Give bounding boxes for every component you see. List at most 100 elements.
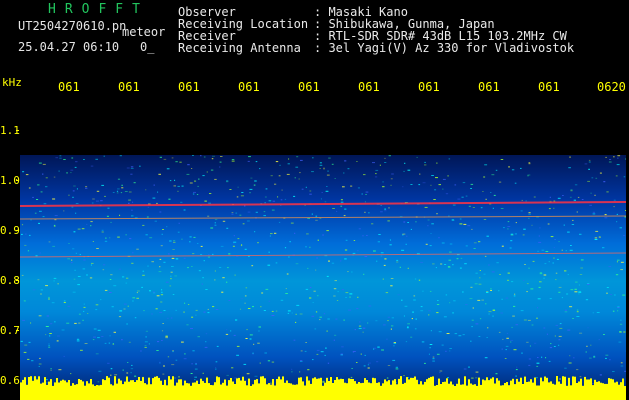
noise-speck: [326, 230, 329, 232]
noise-speck: [343, 319, 345, 321]
noise-speck: [356, 250, 359, 252]
noise-speck: [478, 336, 481, 337]
noise-speck: [377, 346, 380, 348]
noise-speck: [613, 156, 615, 158]
noise-speck: [162, 229, 164, 230]
noise-speck: [498, 331, 501, 333]
noise-speck: [146, 216, 149, 218]
freq-tick-mark: [16, 130, 19, 131]
noise-speck: [175, 161, 178, 163]
signal-level-mark: [588, 379, 590, 400]
signal-level-mark: [162, 384, 164, 400]
noise-speck: [263, 211, 266, 213]
signal-level-mark: [158, 377, 160, 400]
noise-speck: [341, 346, 344, 348]
noise-speck: [83, 310, 85, 312]
noise-speck: [66, 172, 68, 174]
signal-level-mark: [378, 382, 380, 400]
noise-speck: [271, 310, 274, 312]
noise-speck: [340, 199, 343, 201]
noise-speck: [249, 192, 251, 194]
signal-level-mark: [394, 379, 396, 400]
noise-speck: [340, 205, 343, 207]
noise-speck: [452, 204, 456, 206]
noise-speck: [74, 166, 77, 168]
noise-speck: [381, 349, 384, 351]
noise-speck: [470, 188, 472, 189]
noise-speck: [95, 158, 98, 160]
noise-speck: [145, 234, 148, 236]
noise-speck: [492, 207, 494, 209]
noise-speck: [105, 237, 107, 239]
noise-speck: [556, 258, 559, 260]
noise-speck: [63, 300, 66, 302]
noise-speck: [319, 164, 323, 166]
noise-speck: [436, 304, 440, 305]
noise-speck: [384, 258, 387, 260]
signal-level-mark: [534, 377, 536, 400]
noise-speck: [365, 191, 369, 193]
noise-speck: [537, 298, 541, 300]
noise-speck: [170, 271, 173, 273]
noise-speck: [513, 305, 516, 307]
noise-speck: [192, 193, 195, 195]
noise-speck: [382, 278, 384, 280]
signal-level-mark: [118, 378, 120, 400]
noise-speck: [39, 252, 41, 254]
noise-speck: [387, 316, 391, 318]
signal-level-mark: [468, 379, 470, 400]
noise-speck: [401, 249, 405, 251]
noise-speck: [610, 294, 612, 295]
signal-level-mark: [600, 382, 602, 400]
signal-level-mark: [82, 381, 84, 400]
time-tick: 061: [298, 80, 320, 94]
noise-speck: [72, 291, 76, 293]
noise-speck: [536, 362, 540, 364]
noise-speck: [468, 366, 470, 368]
signal-level-mark: [452, 384, 454, 400]
signal-level-mark: [432, 376, 434, 400]
noise-speck: [84, 343, 88, 344]
noise-speck: [195, 363, 197, 365]
noise-speck: [596, 312, 600, 313]
signal-level-mark: [572, 376, 574, 400]
noise-speck: [268, 200, 272, 202]
noise-speck: [564, 309, 567, 311]
noise-speck: [624, 216, 626, 218]
noise-speck: [305, 186, 307, 188]
signal-level-mark: [156, 376, 158, 400]
noise-speck: [364, 354, 366, 356]
signal-level-mark: [102, 379, 104, 400]
noise-speck: [522, 234, 525, 236]
noise-speck: [324, 201, 327, 203]
noise-speck: [247, 211, 251, 213]
noise-speck: [337, 291, 339, 293]
signal-level-mark: [96, 385, 98, 400]
signal-level-mark: [598, 381, 600, 400]
signal-level-mark: [578, 381, 580, 400]
noise-speck: [469, 298, 473, 300]
noise-speck: [448, 259, 452, 261]
noise-speck: [383, 324, 386, 326]
signal-level-mark: [612, 379, 614, 400]
noise-speck: [93, 328, 97, 330]
noise-speck: [418, 279, 421, 281]
signal-level-mark: [448, 383, 450, 400]
noise-speck: [524, 264, 526, 265]
signal-level-mark: [264, 378, 266, 400]
noise-speck: [147, 265, 149, 267]
signal-level-mark: [54, 382, 56, 400]
noise-speck: [312, 359, 314, 361]
noise-speck: [606, 191, 609, 193]
signal-level-mark: [506, 382, 508, 400]
noise-speck: [528, 267, 530, 269]
filename-label: UT2504270610.pn: [18, 19, 127, 33]
noise-speck: [510, 240, 513, 242]
signal-level-mark: [620, 382, 622, 400]
noise-speck: [509, 247, 512, 249]
noise-speck: [384, 208, 387, 210]
noise-speck: [444, 264, 447, 265]
noise-speck: [336, 210, 338, 212]
noise-speck: [40, 191, 43, 193]
noise-speck: [501, 348, 503, 350]
